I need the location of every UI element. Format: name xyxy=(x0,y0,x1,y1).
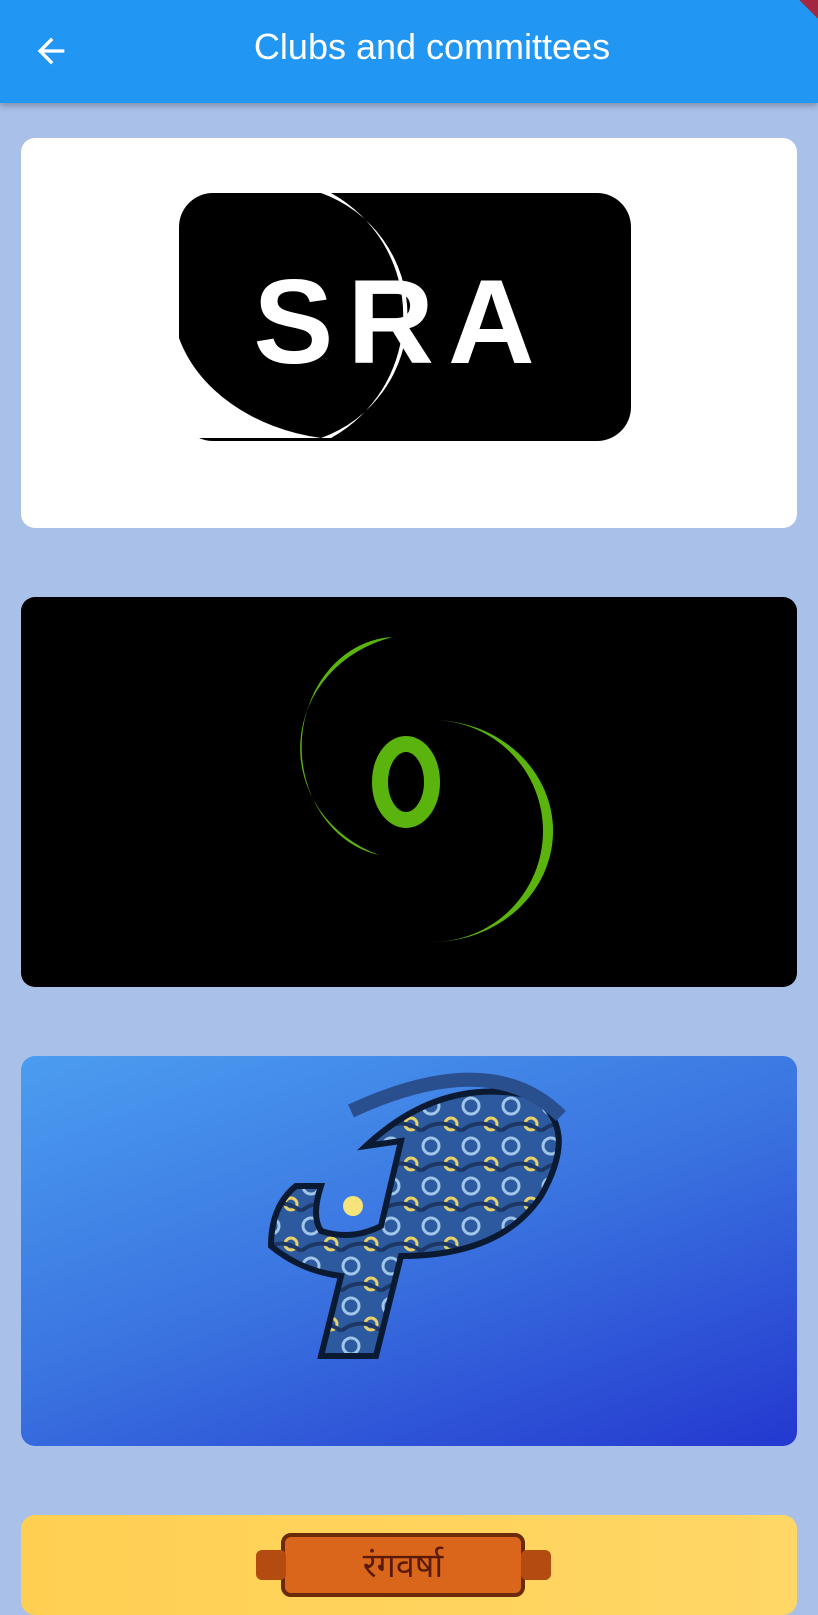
club-card-green-logo[interactable] xyxy=(21,597,797,987)
club-card-sra[interactable]: SRA xyxy=(21,138,797,528)
app-bar: Clubs and committees xyxy=(0,0,818,103)
page-title: Clubs and committees xyxy=(253,26,611,67)
club-card-rangavarsha[interactable]: रंगवर्षा xyxy=(21,1515,797,1615)
starry-night-p-logo xyxy=(267,1072,566,1359)
sra-logo-text: SRA xyxy=(253,255,548,389)
club-card-p-logo[interactable] xyxy=(21,1056,797,1446)
rangavarsha-scroll-logo: रंगवर्षा xyxy=(256,1533,551,1597)
sra-logo: SRA xyxy=(179,193,631,441)
green-crescents-logo xyxy=(300,637,554,943)
rangavarsha-text: रंगवर्षा xyxy=(363,1546,445,1586)
